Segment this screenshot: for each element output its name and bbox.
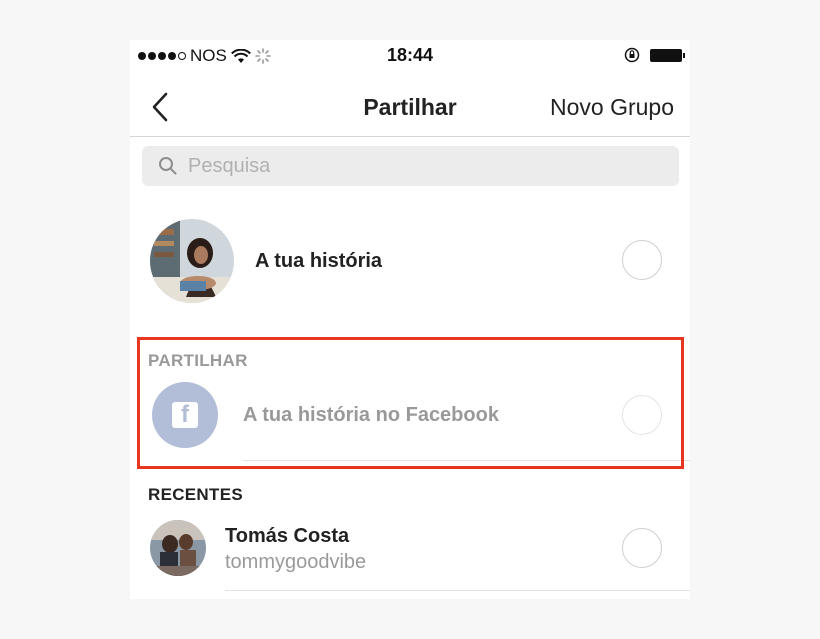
story-select-checkbox[interactable] <box>622 240 662 280</box>
contact-username: tommygoodvibe <box>225 551 367 573</box>
battery-icon <box>650 48 685 62</box>
contact-avatar <box>150 520 206 576</box>
row-divider <box>225 590 690 591</box>
story-row[interactable]: A tua história <box>130 216 690 306</box>
search-bar[interactable] <box>142 146 679 186</box>
status-bar: NOS 18:44 <box>130 40 690 70</box>
recent-section-header: RECENTES <box>148 485 243 504</box>
search-input[interactable] <box>186 153 650 179</box>
highlight-box <box>137 337 684 469</box>
contact-select-checkbox[interactable] <box>622 528 662 568</box>
search-icon <box>159 157 177 175</box>
clock: 18:44 <box>386 45 434 65</box>
rotation-lock-icon <box>624 47 640 63</box>
contact-row[interactable]: Tomás Costa tommygoodvibe <box>130 516 690 586</box>
story-label: A tua história <box>255 250 383 272</box>
status-right <box>624 47 685 63</box>
story-avatar <box>150 219 234 303</box>
contact-name: Tomás Costa <box>225 525 350 547</box>
navigation-bar: Partilhar Novo Grupo <box>130 80 690 137</box>
new-group-button[interactable]: Novo Grupo <box>550 94 674 121</box>
share-screen: NOS 18:44 Partilhar Novo Grupo Pesquisa … <box>130 40 690 599</box>
